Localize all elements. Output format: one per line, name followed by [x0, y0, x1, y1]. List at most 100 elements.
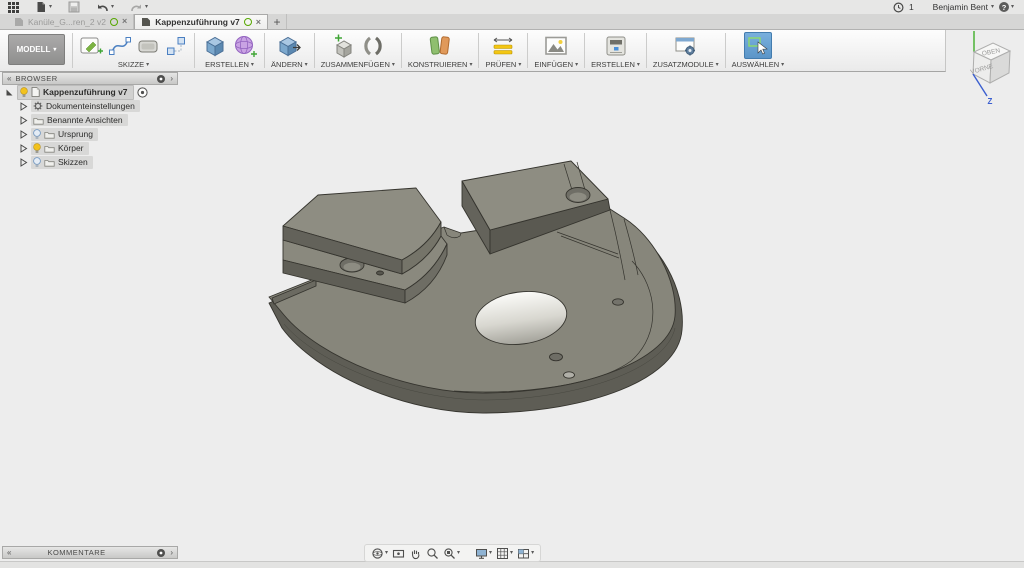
caret-icon: ▾ [716, 62, 719, 68]
group-menu-make[interactable]: ERSTELLEN ▾ [591, 60, 640, 69]
collapsed-arrow-icon[interactable] [19, 102, 28, 111]
folder-icon [33, 116, 44, 125]
new-component-button[interactable] [331, 33, 357, 59]
close-tab-icon[interactable]: × [256, 18, 261, 27]
browser-item-ursprung[interactable]: Ursprung [5, 127, 148, 141]
view-cube[interactable]: OBEN VORNE Z [960, 28, 1018, 112]
file-icon [35, 1, 47, 13]
workspace-label: MODELL [17, 45, 51, 54]
group-menu-zusatzmodule[interactable]: ZUSATZMODULE ▾ [653, 60, 719, 69]
collapsed-arrow-icon[interactable] [19, 158, 28, 167]
user-menu-button[interactable]: Benjamin Bent ▾ [933, 2, 994, 12]
browser-item-label: Ursprung [58, 129, 93, 139]
group-menu-konstruieren[interactable]: KONSTRUIEREN ▾ [408, 60, 473, 69]
save-button[interactable] [68, 1, 80, 13]
joint-button[interactable] [361, 34, 385, 58]
visibility-bulb-on-icon[interactable] [33, 143, 41, 154]
group-menu-einfuegen[interactable]: EINFÜGEN ▾ [534, 60, 578, 69]
tab-document-2-active[interactable]: Kappenzuführung v7 × [134, 14, 268, 29]
browser-item-dokumenteinstellungen[interactable]: Dokumenteinstellungen [5, 99, 148, 113]
visibility-bulb-on-icon[interactable] [20, 87, 28, 98]
file-menu-button[interactable]: ▾ [35, 1, 52, 13]
browser-item-skizzen[interactable]: Skizzen [5, 155, 148, 169]
make-3d-print-button[interactable] [603, 34, 629, 58]
browser-item[interactable]: Dokumenteinstellungen [31, 100, 140, 112]
collapsed-arrow-icon[interactable] [19, 130, 28, 139]
browser-root-item[interactable]: Kappenzuführung v7 [17, 85, 134, 100]
panel-options-icon[interactable] [156, 74, 166, 84]
rectangle-button[interactable] [136, 34, 160, 58]
group-label: KONSTRUIEREN [408, 60, 468, 69]
sketch-pattern-button[interactable] [164, 34, 188, 58]
group-menu-erstellen[interactable]: ERSTELLEN ▾ [205, 60, 254, 69]
expanded-arrow-icon[interactable] [5, 88, 14, 97]
caret-icon: ▾ [531, 550, 534, 556]
caret-icon: ▾ [489, 550, 492, 556]
undo-button[interactable]: ▾ [96, 2, 114, 13]
browser-item[interactable]: Ursprung [31, 128, 98, 141]
create-form-button[interactable] [232, 33, 258, 59]
caret-icon: ▾ [575, 62, 578, 68]
orbit-button[interactable]: ▾ [371, 547, 388, 560]
display-settings-button[interactable]: ▾ [475, 547, 492, 560]
activate-component-icon[interactable] [137, 87, 148, 98]
select-tool-button[interactable] [744, 32, 772, 59]
job-status-clock-icon[interactable] [893, 2, 904, 13]
group-label: ZUSAMMENFÜGEN [321, 60, 390, 69]
app-grid-button[interactable] [8, 2, 19, 13]
collapse-panel-icon[interactable]: « [7, 75, 11, 83]
browser-item[interactable]: Benannte Ansichten [31, 114, 128, 126]
collapsed-arrow-icon[interactable] [19, 144, 28, 153]
caret-icon: ▾ [781, 62, 784, 68]
viewports-button[interactable]: ▾ [517, 547, 534, 560]
create-sketch-button[interactable] [79, 34, 104, 58]
browser-item[interactable]: Körper [31, 142, 89, 155]
group-menu-auswaehlen[interactable]: AUSWÄHLEN ▾ [732, 60, 785, 69]
add-ins-button[interactable] [673, 34, 699, 58]
measure-button[interactable] [490, 34, 516, 58]
toolbar-group-erstellen: ERSTELLEN ▾ [195, 30, 264, 71]
grid-snaps-button[interactable]: ▾ [496, 547, 513, 560]
collapse-panel-icon[interactable]: « [7, 549, 11, 557]
caret-icon: ▾ [510, 550, 513, 556]
caret-icon: ▾ [53, 47, 56, 53]
panel-expand-icon[interactable]: › [170, 75, 173, 83]
insert-image-button[interactable] [543, 34, 569, 58]
group-menu-zusammenfuegen[interactable]: ZUSAMMENFÜGEN ▾ [321, 60, 395, 69]
panel-expand-icon[interactable]: › [170, 549, 173, 557]
construction-plane-button[interactable] [427, 33, 453, 59]
pan-button[interactable] [409, 547, 422, 560]
group-menu-pruefen[interactable]: PRÜFEN ▾ [485, 60, 521, 69]
browser-root-row[interactable]: Kappenzuführung v7 [5, 85, 148, 99]
group-label: ZUSATZMODULE [653, 60, 714, 69]
visibility-bulb-off-icon[interactable] [33, 157, 41, 168]
browser-item-benannte-ansichten[interactable]: Benannte Ansichten [5, 113, 148, 127]
browser-item-koerper[interactable]: Körper [5, 141, 148, 155]
pan-hand-icon [409, 547, 422, 560]
zoom-button[interactable] [426, 547, 439, 560]
caret-icon: ▾ [385, 550, 388, 556]
help-menu-button[interactable]: ? ▾ [999, 2, 1014, 12]
collapsed-arrow-icon[interactable] [19, 116, 28, 125]
fit-zoom-window-button[interactable]: ▾ [443, 547, 460, 560]
make-3d-print-icon [603, 34, 629, 58]
new-tab-button[interactable]: + [268, 14, 287, 29]
press-pull-button[interactable] [276, 33, 303, 59]
caret-icon: ▾ [518, 62, 521, 68]
group-label: ERSTELLEN [591, 60, 635, 69]
look-at-button[interactable] [392, 547, 405, 560]
workspace-selector-button[interactable]: MODELL ▾ [8, 34, 65, 65]
group-menu-aendern[interactable]: ÄNDERN ▾ [271, 60, 308, 69]
group-menu-skizze[interactable]: SKIZZE ▾ [118, 60, 149, 69]
3d-model-body[interactable] [258, 148, 718, 448]
close-tab-icon[interactable]: × [122, 17, 127, 26]
panel-options-icon[interactable] [156, 548, 166, 558]
construction-plane-icon [427, 33, 453, 59]
spline-button[interactable] [108, 34, 132, 58]
extrude-button[interactable] [201, 33, 228, 59]
visibility-bulb-off-icon[interactable] [33, 129, 41, 140]
browser-item[interactable]: Skizzen [31, 156, 93, 169]
tab-document-1[interactable]: Kanüle_G...ren_2 v2 × [8, 14, 134, 29]
redo-button[interactable]: ▾ [130, 2, 148, 13]
look-at-icon [392, 547, 405, 560]
